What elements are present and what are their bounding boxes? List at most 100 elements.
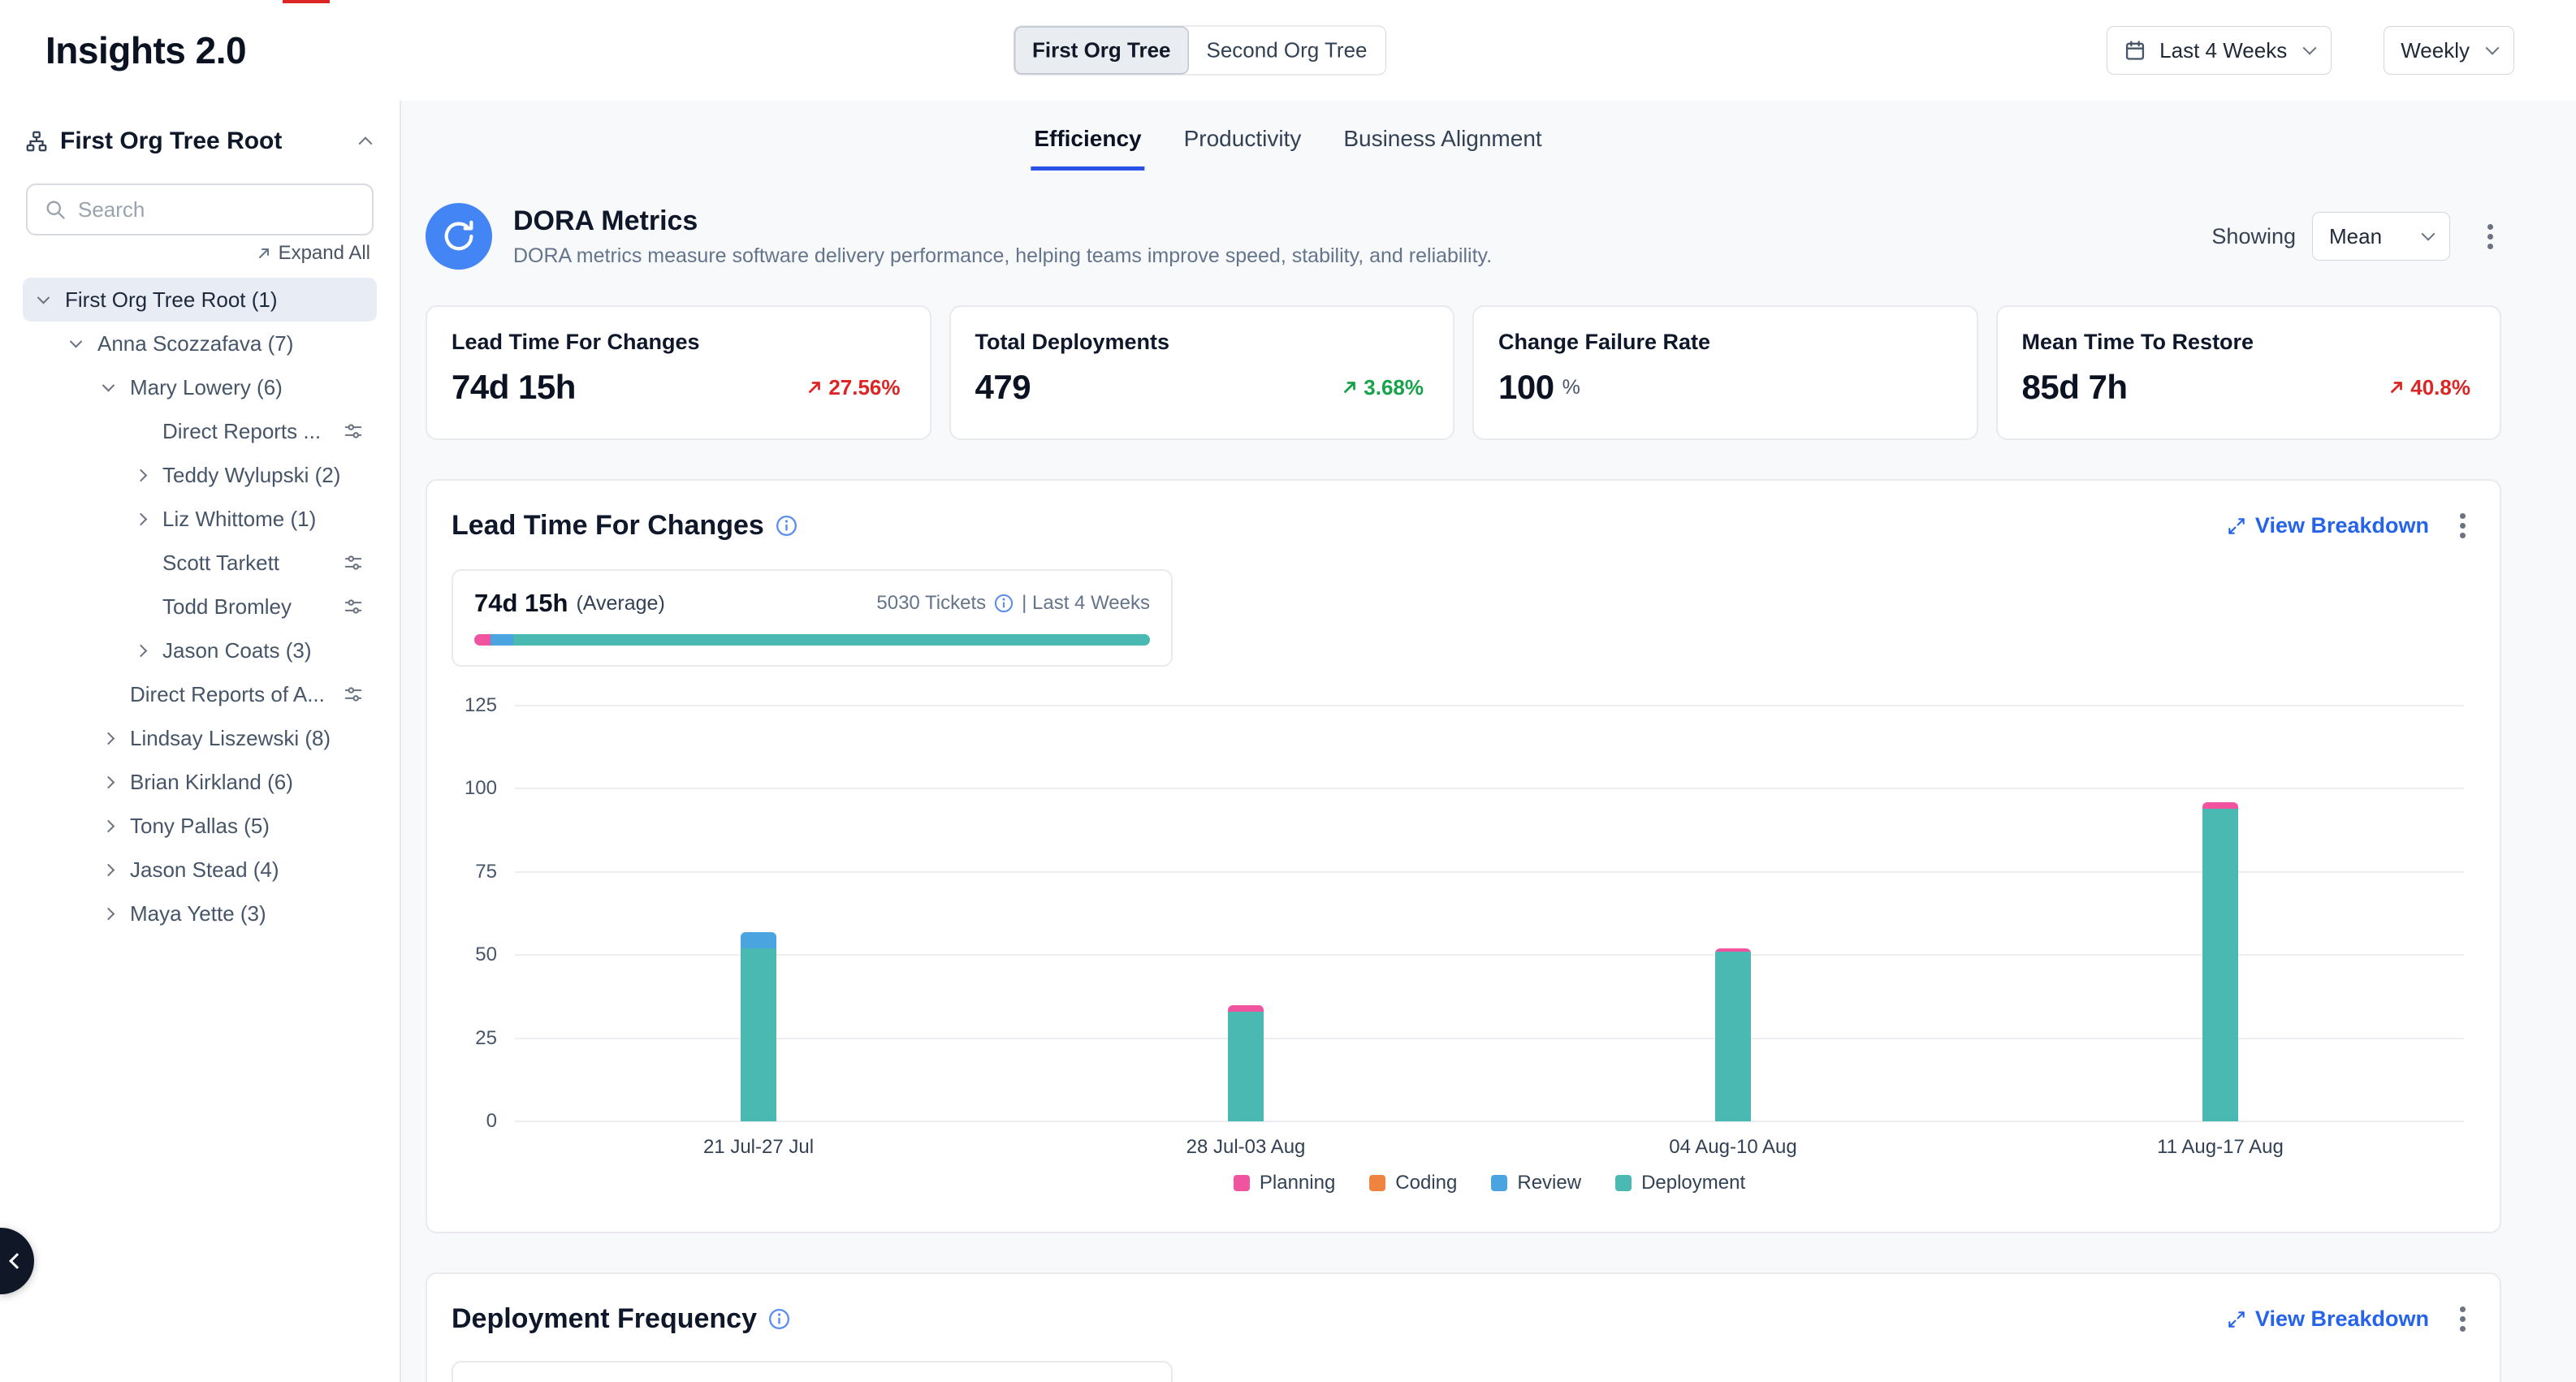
granularity-value: Weekly xyxy=(2401,38,2470,63)
phase-segment-review[interactable] xyxy=(491,634,513,646)
x-axis-label: 11 Aug-17 Aug xyxy=(2157,1136,2284,1159)
metric-card-mean-time-to-restore[interactable]: Mean Time To Restore85d 7h40.8% xyxy=(1996,305,2502,440)
chevron-up-icon[interactable] xyxy=(359,136,373,150)
chevron-right-icon[interactable] xyxy=(135,512,148,525)
trend-up-icon xyxy=(1341,378,1359,396)
kebab-menu-icon[interactable] xyxy=(2460,523,2466,529)
sidebar-header[interactable]: First Org Tree Root xyxy=(0,122,400,161)
filter-icon-wrap[interactable] xyxy=(343,421,364,442)
tree-item-anna-scozzafava-7[interactable]: Anna Scozzafava (7) xyxy=(23,322,377,365)
tree-item-brian-kirkland-6[interactable]: Brian Kirkland (6) xyxy=(23,760,377,804)
sidebar-search[interactable] xyxy=(26,184,374,235)
chevron-right-icon[interactable] xyxy=(102,907,115,920)
date-range-value: Last 4 Weeks xyxy=(2159,38,2287,63)
granularity-select[interactable]: Weekly xyxy=(2384,26,2514,75)
tree-item-label: Scott Tarkett xyxy=(162,551,279,576)
tree-item-first-org-tree-root-1[interactable]: First Org Tree Root (1) xyxy=(23,278,377,322)
tree-chevron-slot xyxy=(104,909,130,918)
tree-item-direct-reports[interactable]: Direct Reports ... xyxy=(23,409,377,453)
search-input[interactable] xyxy=(78,197,356,222)
legend-item-planning[interactable]: Planning xyxy=(1234,1172,1335,1194)
dora-icon xyxy=(426,203,492,270)
tree-item-teddy-wylupski-2[interactable]: Teddy Wylupski (2) xyxy=(23,453,377,497)
chevron-right-icon[interactable] xyxy=(102,819,115,832)
tree-chevron-slot xyxy=(136,646,162,655)
bar-segment-deployment[interactable] xyxy=(1228,1012,1264,1121)
org-toggle-first-org-tree[interactable]: First Org Tree xyxy=(1014,27,1189,75)
org-toggle-second-org-tree[interactable]: Second Org Tree xyxy=(1189,27,1385,75)
tree-chevron-slot xyxy=(104,734,130,743)
legend-item-coding[interactable]: Coding xyxy=(1369,1172,1457,1194)
kebab-menu-icon[interactable] xyxy=(2487,234,2493,240)
phase-segment-deployment[interactable] xyxy=(513,634,1150,646)
aggregation-select[interactable]: Mean xyxy=(2312,212,2450,261)
bar-11-aug-17-aug[interactable] xyxy=(2202,802,2238,1121)
tree-item-jason-stead-4[interactable]: Jason Stead (4) xyxy=(23,848,377,892)
chevron-down-icon[interactable] xyxy=(37,291,50,304)
info-icon[interactable] xyxy=(994,594,1014,613)
tree-item-jason-coats-3[interactable]: Jason Coats (3) xyxy=(23,628,377,672)
view-breakdown-button[interactable]: View Breakdown xyxy=(2226,513,2429,538)
org-tree-sidebar: First Org Tree Root Expand All First Org… xyxy=(0,101,401,1382)
chevron-right-icon[interactable] xyxy=(135,469,148,482)
bar-28-jul-03-aug[interactable] xyxy=(1228,1005,1264,1121)
chevron-right-icon[interactable] xyxy=(102,775,115,788)
summary-qualifier: (Average) xyxy=(576,592,664,615)
chevron-down-icon[interactable] xyxy=(102,378,115,391)
legend-item-review[interactable]: Review xyxy=(1491,1172,1581,1194)
filter-icon-wrap[interactable] xyxy=(343,684,364,705)
chevron-right-icon[interactable] xyxy=(135,644,148,657)
bar-segment-deployment[interactable] xyxy=(741,948,776,1121)
tree-item-direct-reports-of-a[interactable]: Direct Reports of A... xyxy=(23,672,377,716)
metric-delta: 40.8% xyxy=(2388,375,2470,400)
tree-item-label: First Org Tree Root (1) xyxy=(65,287,278,313)
phase-distribution-bar xyxy=(474,634,1150,646)
lead-time-summary-card: 74d 15h (Average) 5030 Tickets | Last 4 … xyxy=(452,569,1173,667)
phase-segment-planning[interactable] xyxy=(474,634,491,646)
tree-item-mary-lowery-6[interactable]: Mary Lowery (6) xyxy=(23,365,377,409)
chevron-right-icon[interactable] xyxy=(102,863,115,876)
chevron-down-icon[interactable] xyxy=(70,335,83,348)
tree-item-tony-pallas-5[interactable]: Tony Pallas (5) xyxy=(23,804,377,848)
expand-all-button[interactable]: Expand All xyxy=(29,242,370,265)
main-tabs: Efficiency Productivity Business Alignment xyxy=(1031,101,1545,171)
bar-21-jul-27-jul[interactable] xyxy=(741,932,776,1121)
tab-productivity[interactable]: Productivity xyxy=(1181,126,1305,171)
gridline xyxy=(515,954,2464,956)
legend-item-deployment[interactable]: Deployment xyxy=(1615,1172,1745,1194)
x-axis-label: 21 Jul-27 Jul xyxy=(703,1136,814,1159)
bar-segment-planning[interactable] xyxy=(1228,1005,1264,1012)
tree-item-lindsay-liszewski-8[interactable]: Lindsay Liszewski (8) xyxy=(23,716,377,760)
kebab-menu-icon[interactable] xyxy=(2460,1316,2466,1322)
bar-segment-planning[interactable] xyxy=(2202,802,2238,809)
metric-card-lead-time-for-changes[interactable]: Lead Time For Changes74d 15h27.56% xyxy=(426,305,931,440)
tree-item-maya-yette-3[interactable]: Maya Yette (3) xyxy=(23,892,377,935)
filter-icon-wrap[interactable] xyxy=(343,552,364,573)
gridline xyxy=(515,1038,2464,1039)
metric-card-change-failure-rate[interactable]: Change Failure Rate100% xyxy=(1472,305,1978,440)
metric-label: Mean Time To Restore xyxy=(2022,330,2476,355)
clipped-red-element xyxy=(283,0,330,3)
bar-04-aug-10-aug[interactable] xyxy=(1715,948,1751,1121)
metric-card-total-deployments[interactable]: Total Deployments4793.68% xyxy=(949,305,1455,440)
date-range-select[interactable]: Last 4 Weeks xyxy=(2107,26,2332,75)
legend-swatch xyxy=(1491,1175,1507,1191)
tree-item-scott-tarkett[interactable]: Scott Tarkett xyxy=(23,541,377,585)
chevron-right-icon[interactable] xyxy=(102,732,115,745)
view-breakdown-button[interactable]: View Breakdown xyxy=(2226,1306,2429,1332)
tab-efficiency[interactable]: Efficiency xyxy=(1031,126,1144,171)
bar-segment-deployment[interactable] xyxy=(1715,952,1751,1121)
x-axis-label: 28 Jul-03 Aug xyxy=(1186,1136,1306,1159)
filter-icon-wrap[interactable] xyxy=(343,596,364,617)
bar-segment-deployment[interactable] xyxy=(2202,809,2238,1121)
deployment-frequency-section: Deployment Frequency View Breakdown xyxy=(426,1272,2501,1382)
tree-item-todd-bromley[interactable]: Todd Bromley xyxy=(23,585,377,628)
info-icon[interactable] xyxy=(776,515,797,537)
info-icon[interactable] xyxy=(768,1308,790,1330)
chevron-down-icon xyxy=(2486,41,2500,55)
org-tree: First Org Tree Root (1) Anna Scozzafava (… xyxy=(0,278,400,935)
tab-business-alignment[interactable]: Business Alignment xyxy=(1340,126,1545,171)
tree-item-label: Lindsay Liszewski (8) xyxy=(130,726,331,751)
tree-item-liz-whittome-1[interactable]: Liz Whittome (1) xyxy=(23,497,377,541)
bar-segment-review[interactable] xyxy=(741,932,776,948)
